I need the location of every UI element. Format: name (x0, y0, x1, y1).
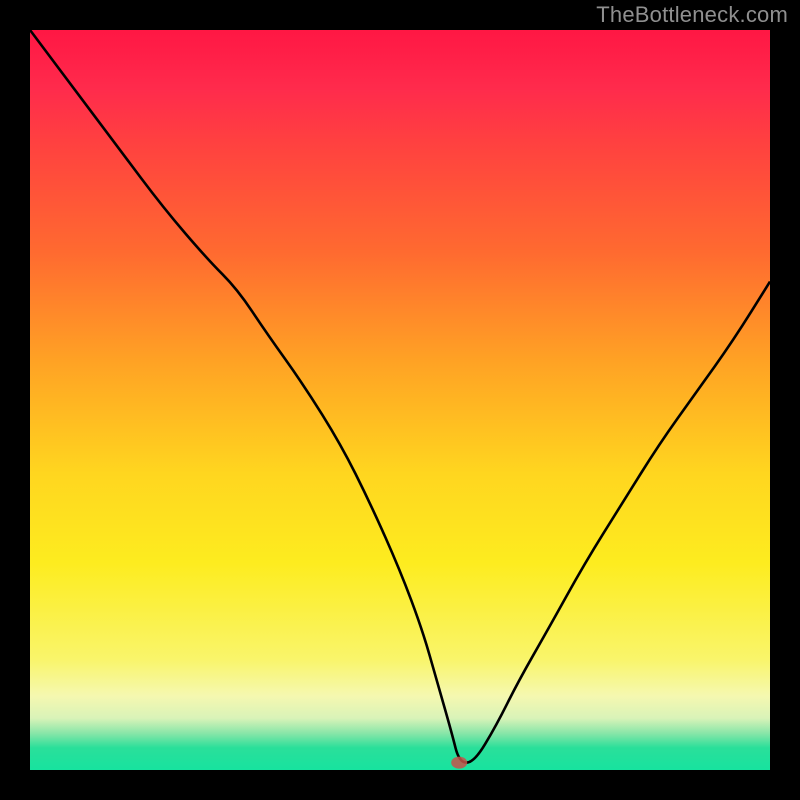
bottleneck-curve (30, 30, 770, 763)
curve-layer (30, 30, 770, 770)
watermark-label: TheBottleneck.com (596, 2, 788, 28)
plot-area (30, 30, 770, 770)
optimum-marker (451, 757, 467, 769)
chart-frame: TheBottleneck.com (0, 0, 800, 800)
